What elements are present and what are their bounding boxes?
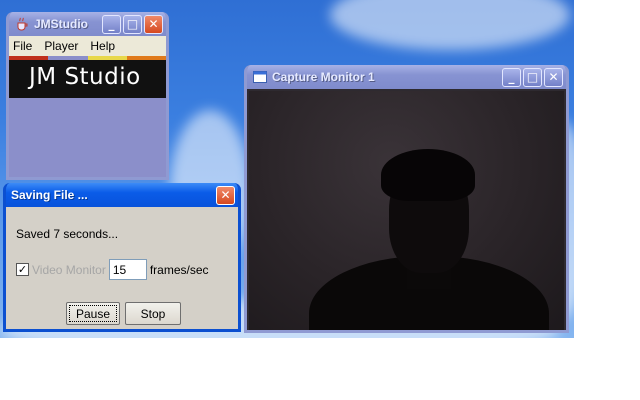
close-button[interactable]: ✕ (144, 14, 163, 34)
capture-monitor-window[interactable]: Capture Monitor 1 _ □ ✕ (244, 65, 569, 333)
jm-studio-logo: JM Studio (9, 56, 166, 98)
java-cup-icon (14, 16, 30, 32)
saving-file-dialog[interactable]: Saving File ... ✕ Saved 7 seconds... ✓ V… (3, 183, 241, 332)
minimize-button[interactable]: _ (502, 67, 521, 87)
menu-help[interactable]: Help (90, 39, 115, 53)
jmstudio-titlebar[interactable]: JMStudio _ □ ✕ (9, 12, 166, 36)
capture-monitor-titlebar[interactable]: Capture Monitor 1 _ □ ✕ (247, 65, 566, 89)
window-title: JMStudio (34, 17, 88, 31)
video-monitor-checkbox[interactable]: ✓ (16, 263, 29, 276)
saving-file-titlebar[interactable]: Saving File ... ✕ (6, 183, 238, 207)
jmstudio-body: JM Studio (9, 56, 166, 177)
saved-status-text: Saved 7 seconds... (16, 227, 119, 241)
close-button[interactable]: ✕ (216, 185, 235, 205)
frame-rate-unit: frames/sec (149, 262, 209, 277)
minimize-button[interactable]: _ (102, 14, 121, 34)
menu-player[interactable]: Player (44, 39, 78, 53)
logo-text: JM Studio (29, 64, 141, 90)
maximize-button[interactable]: □ (123, 14, 142, 34)
video-monitor-label: Video Monitor (32, 262, 106, 277)
cloud (330, 0, 570, 50)
window-title: Capture Monitor 1 (272, 70, 375, 84)
capture-monitor-body (247, 89, 566, 330)
video-monitor-row: ✓ Video Monitor frames/sec (16, 259, 209, 280)
maximize-button[interactable]: □ (523, 67, 542, 87)
window-icon (252, 69, 268, 85)
pause-button[interactable]: Pause (66, 302, 120, 325)
dialog-title: Saving File ... (11, 188, 88, 202)
saving-file-body: Saved 7 seconds... ✓ Video Monitor frame… (6, 207, 238, 329)
person-silhouette-hair (381, 149, 475, 201)
menu-bar: File Player Help (9, 36, 166, 56)
webcam-video-frame (249, 91, 564, 330)
jmstudio-window[interactable]: JMStudio _ □ ✕ File Player Help JM Studi… (6, 12, 169, 180)
stop-button[interactable]: Stop (125, 302, 181, 325)
close-button[interactable]: ✕ (544, 67, 563, 87)
menu-file[interactable]: File (13, 39, 32, 53)
logo-stripes (9, 56, 166, 60)
frame-rate-input[interactable] (108, 259, 147, 280)
